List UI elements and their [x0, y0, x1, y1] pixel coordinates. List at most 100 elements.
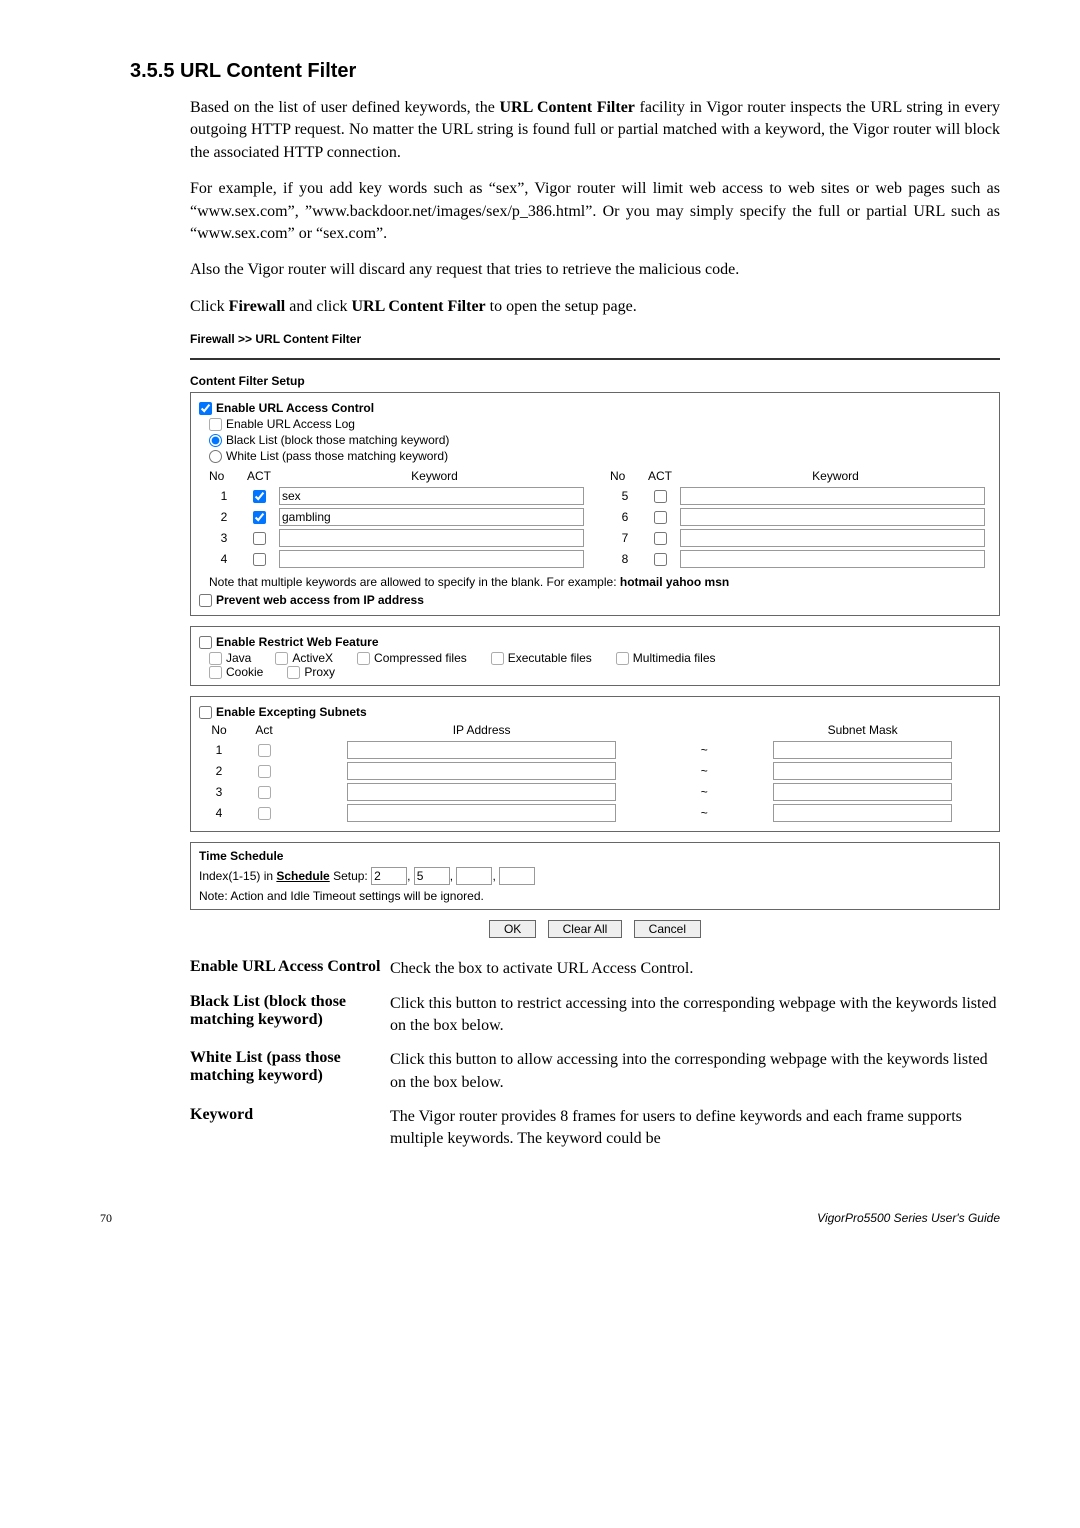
subnet-act-checkbox[interactable] [258, 765, 271, 778]
kw-input[interactable] [680, 508, 985, 526]
keyword-table: No ACT Keyword 1 2 3 [209, 465, 991, 571]
content-filter-setup-title: Content Filter Setup [190, 374, 1000, 388]
tilde-icon: ~ [674, 764, 734, 778]
page-number: 70 [100, 1211, 112, 1226]
enable-excepting-checkbox[interactable] [199, 706, 212, 719]
note-pre: Note that multiple keywords are allowed … [209, 575, 620, 589]
def-desc: Check the box to activate URL Access Con… [390, 958, 1000, 980]
enable-restrict-label: Enable Restrict Web Feature [216, 635, 379, 649]
kw-no: 5 [610, 489, 640, 503]
subnet-no: 4 [199, 806, 239, 820]
keyword-row: 1 [209, 487, 590, 505]
def-term: Enable URL Access Control [190, 958, 390, 980]
kw-no: 6 [610, 510, 640, 524]
enable-url-log-checkbox[interactable] [209, 418, 222, 431]
kw-no: 2 [209, 510, 239, 524]
proxy-checkbox[interactable] [287, 666, 300, 679]
enable-url-log-label: Enable URL Access Log [226, 417, 355, 431]
whitelist-label: White List (pass those matching keyword) [226, 449, 448, 463]
kw-input[interactable] [680, 529, 985, 547]
java-label: Java [226, 651, 251, 665]
subnet-no: 2 [199, 764, 239, 778]
sched-input-1[interactable] [371, 867, 407, 885]
cancel-button[interactable]: Cancel [634, 920, 701, 938]
section-title: 3.5.5 URL Content Filter [130, 60, 1000, 83]
kw-act-checkbox[interactable] [253, 532, 266, 545]
para4-e: to open the setup page. [486, 298, 637, 315]
kw-act-checkbox[interactable] [654, 553, 667, 566]
clear-all-button[interactable]: Clear All [548, 920, 623, 938]
para1-b: URL Content Filter [499, 99, 634, 116]
subnet-mask-input[interactable] [773, 783, 953, 801]
kw-act-checkbox[interactable] [654, 490, 667, 503]
para4-c: and click [285, 298, 351, 315]
subnet-mask-input[interactable] [773, 762, 953, 780]
kw-no: 3 [209, 531, 239, 545]
enable-restrict-checkbox[interactable] [199, 636, 212, 649]
subnet-col-no: No [199, 723, 239, 737]
subnet-ip-input[interactable] [347, 783, 617, 801]
kw-act-checkbox[interactable] [654, 532, 667, 545]
col-no: No [610, 469, 640, 483]
definitions-table: Enable URL Access Control Check the box … [190, 958, 1000, 1151]
compressed-checkbox[interactable] [357, 652, 370, 665]
col-act: ACT [640, 469, 680, 483]
sched-input-4[interactable] [499, 867, 535, 885]
kw-act-checkbox[interactable] [654, 511, 667, 524]
java-checkbox[interactable] [209, 652, 222, 665]
activex-checkbox[interactable] [275, 652, 288, 665]
setup-screenshot: Firewall >> URL Content Filter Content F… [190, 332, 1000, 938]
def-row: Black List (block those matching keyword… [190, 993, 1000, 1038]
time-schedule-panel: Time Schedule Index(1-15) in Schedule Se… [190, 842, 1000, 910]
subnet-ip-input[interactable] [347, 804, 617, 822]
def-row: White List (pass those matching keyword)… [190, 1049, 1000, 1094]
para1-a: Based on the list of user defined keywor… [190, 99, 499, 116]
kw-act-checkbox[interactable] [253, 490, 266, 503]
keyword-row: 4 [209, 550, 590, 568]
kw-no: 7 [610, 531, 640, 545]
enable-url-access-label: Enable URL Access Control [216, 401, 374, 415]
subnet-no: 1 [199, 743, 239, 757]
proxy-label: Proxy [304, 665, 335, 679]
kw-no: 8 [610, 552, 640, 566]
def-term: White List (pass those matching keyword) [190, 1049, 390, 1094]
kw-input[interactable] [680, 550, 985, 568]
note-bold: hotmail yahoo msn [620, 575, 729, 589]
subnet-mask-input[interactable] [773, 804, 953, 822]
def-desc: Click this button to restrict accessing … [390, 993, 1000, 1038]
multimedia-checkbox[interactable] [616, 652, 629, 665]
kw-no: 1 [209, 489, 239, 503]
breadcrumb: Firewall >> URL Content Filter [190, 332, 1000, 346]
subnet-act-checkbox[interactable] [258, 786, 271, 799]
kw-input[interactable] [279, 508, 584, 526]
sched-input-2[interactable] [414, 867, 450, 885]
excepting-subnets-panel: Enable Excepting Subnets No Act IP Addre… [190, 696, 1000, 832]
subnet-act-checkbox[interactable] [258, 807, 271, 820]
sched-label-post: Setup: [330, 869, 371, 883]
keyword-note: Note that multiple keywords are allowed … [209, 575, 991, 589]
kw-input[interactable] [279, 487, 584, 505]
blacklist-radio[interactable] [209, 434, 222, 447]
whitelist-radio[interactable] [209, 450, 222, 463]
para4-a: Click [190, 298, 229, 315]
keyword-row: 7 [610, 529, 991, 547]
activex-label: ActiveX [292, 651, 333, 665]
sched-input-3[interactable] [456, 867, 492, 885]
cookie-checkbox[interactable] [209, 666, 222, 679]
prevent-ip-checkbox[interactable] [199, 594, 212, 607]
kw-act-checkbox[interactable] [253, 511, 266, 524]
subnet-ip-input[interactable] [347, 741, 617, 759]
subnet-act-checkbox[interactable] [258, 744, 271, 757]
keyword-row: 3 [209, 529, 590, 547]
subnet-ip-input[interactable] [347, 762, 617, 780]
enable-url-access-checkbox[interactable] [199, 402, 212, 415]
kw-input[interactable] [279, 550, 584, 568]
kw-act-checkbox[interactable] [253, 553, 266, 566]
schedule-link[interactable]: Schedule [276, 869, 329, 883]
executable-checkbox[interactable] [491, 652, 504, 665]
subnet-col-act: Act [239, 723, 289, 737]
kw-input[interactable] [680, 487, 985, 505]
ok-button[interactable]: OK [489, 920, 536, 938]
kw-input[interactable] [279, 529, 584, 547]
subnet-mask-input[interactable] [773, 741, 953, 759]
